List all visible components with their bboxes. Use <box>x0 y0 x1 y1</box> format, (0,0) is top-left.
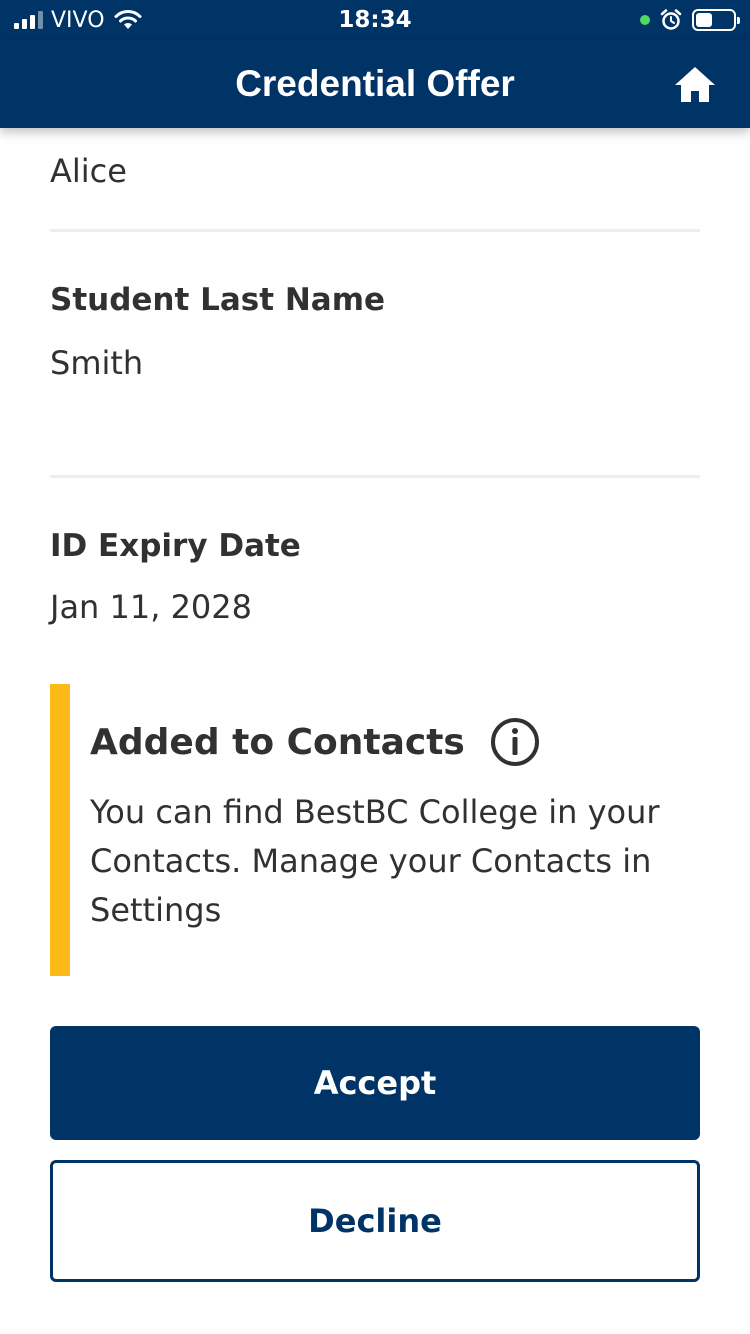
attribute-row-last-name: Student Last Name Smith <box>50 282 700 478</box>
attribute-label: ID Expiry Date <box>50 528 301 564</box>
page-title: Credential Offer <box>235 63 515 104</box>
notice-title: Added to Contacts <box>90 721 465 763</box>
notice-body: You can find BestBC College in your Cont… <box>90 793 660 929</box>
attribute-value: Jan 11, 2028 <box>50 588 252 626</box>
attribute-value: Alice <box>50 152 127 190</box>
credential-attributes: Alice Student Last Name Smith ID Expiry … <box>50 128 700 718</box>
home-button[interactable] <box>672 62 718 106</box>
battery-icon <box>692 9 740 31</box>
decline-button[interactable]: Decline <box>50 1160 700 1282</box>
attribute-row-first-name: Alice <box>50 128 700 232</box>
header-bar: Credential Offer <box>0 40 750 128</box>
info-icon[interactable] <box>489 716 541 768</box>
home-icon <box>675 67 715 102</box>
attribute-label: Student Last Name <box>50 282 386 318</box>
status-right <box>640 9 740 31</box>
signal-icon <box>14 11 43 29</box>
status-bar: VIVO 18:34 <box>0 0 750 40</box>
alarm-clock-icon <box>660 9 682 30</box>
attribute-value: Smith <box>50 344 144 382</box>
wifi-icon <box>114 10 142 29</box>
privacy-indicator-dot <box>640 15 650 25</box>
notice-header: Added to Contacts <box>90 716 700 768</box>
carrier-label: VIVO <box>51 7 105 33</box>
contacts-notice: Added to Contacts You can find BestBC Co… <box>50 684 700 976</box>
accept-button[interactable]: Accept <box>50 1026 700 1140</box>
status-left: VIVO <box>14 8 143 33</box>
battery-level <box>696 13 713 27</box>
